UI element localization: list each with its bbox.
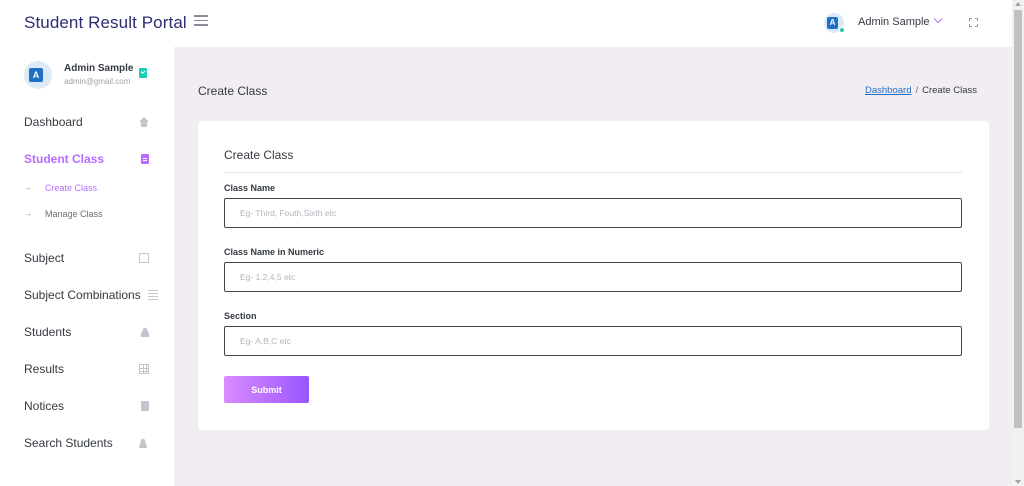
sidebar-item-student-class[interactable]: Student Class: [24, 151, 154, 169]
class-numeric-input[interactable]: [224, 262, 962, 292]
breadcrumb-dashboard-link[interactable]: Dashboard: [865, 85, 911, 96]
header-user-name: Admin Sample: [858, 16, 930, 28]
sidebar-item-results[interactable]: Results: [24, 361, 154, 379]
breadcrumb: Dashboard / Create Class: [865, 85, 977, 96]
sidebar-item-dashboard[interactable]: Dashboard: [24, 114, 154, 132]
sidebar-item-students[interactable]: Students: [24, 324, 154, 342]
book-icon: [139, 253, 149, 263]
sidebar: A Admin Sample admin@gmail.com Dashboard…: [0, 47, 174, 486]
arrow-right-icon: →: [24, 209, 32, 218]
document-icon: [141, 154, 149, 164]
scroll-down-arrow-icon[interactable]: [1015, 480, 1021, 484]
submit-button[interactable]: Submit: [224, 376, 309, 403]
class-name-input[interactable]: [224, 198, 962, 228]
sidebar-item-label: Students: [24, 325, 72, 339]
profile-email: admin@gmail.com: [64, 77, 131, 86]
list-icon: [148, 290, 158, 300]
profile-name: Admin Sample: [64, 63, 134, 74]
breadcrumb-current: Create Class: [922, 85, 978, 96]
sidebar-item-subject[interactable]: Subject: [24, 250, 154, 268]
sidebar-item-label: Student Class: [24, 152, 105, 166]
menu-toggle-icon[interactable]: [194, 15, 208, 29]
avatar-letter: A: [29, 68, 43, 82]
breadcrumb-separator: /: [915, 85, 919, 96]
profile-avatar: A: [24, 61, 52, 89]
sidebar-subitem-label: Manage Class: [45, 209, 103, 219]
note-icon: [141, 401, 149, 411]
sidebar-subitem-create-class[interactable]: → Create Class: [24, 182, 154, 196]
avatar-letter: A: [827, 17, 838, 29]
bookmark-check-icon: [139, 68, 147, 78]
vertical-scrollbar[interactable]: [1012, 0, 1024, 486]
sidebar-item-search-students[interactable]: Search Students: [24, 435, 154, 453]
sidebar-subitem-manage-class[interactable]: → Manage Class: [24, 208, 154, 222]
sidebar-item-notices[interactable]: Notices: [24, 398, 154, 416]
scroll-up-arrow-icon[interactable]: [1015, 2, 1021, 6]
sidebar-item-label: Results: [24, 362, 65, 376]
section-label: Section: [224, 311, 257, 321]
search-user-icon: [139, 438, 149, 448]
online-status-dot: [839, 27, 845, 33]
create-class-card: Create Class Class Name Class Name in Nu…: [198, 121, 989, 430]
sidebar-item-label: Subject: [24, 251, 65, 265]
grid-icon: [139, 364, 149, 374]
section-input[interactable]: [224, 326, 962, 356]
arrow-right-icon: →: [24, 183, 32, 192]
top-navbar: Student Result Portal A Admin Sample: [0, 0, 1012, 47]
fullscreen-icon[interactable]: [969, 18, 978, 27]
sidebar-item-label: Search Students: [24, 436, 113, 450]
sidebar-item-label: Dashboard: [24, 115, 83, 129]
brand-title[interactable]: Student Result Portal: [24, 13, 187, 33]
header-avatar[interactable]: A: [824, 13, 845, 33]
sidebar-subitem-label: Create Class: [45, 183, 98, 193]
page-title: Create Class: [198, 84, 268, 98]
sidebar-item-subject-combinations[interactable]: Subject Combinations: [24, 287, 158, 305]
sidebar-item-label: Subject Combinations: [24, 288, 141, 302]
class-name-label: Class Name: [224, 183, 276, 193]
scroll-thumb[interactable]: [1014, 10, 1022, 428]
sidebar-item-label: Notices: [24, 399, 65, 413]
home-icon-body: [141, 122, 147, 127]
form-title: Create Class: [224, 148, 294, 162]
user-menu-toggle[interactable]: Admin Sample: [858, 14, 942, 28]
divider: [224, 172, 962, 173]
chevron-down-icon: [933, 14, 942, 24]
users-icon: [139, 327, 149, 337]
class-numeric-label: Class Name in Numeric: [224, 247, 325, 257]
sidebar-profile[interactable]: A Admin Sample admin@gmail.com: [24, 59, 164, 91]
